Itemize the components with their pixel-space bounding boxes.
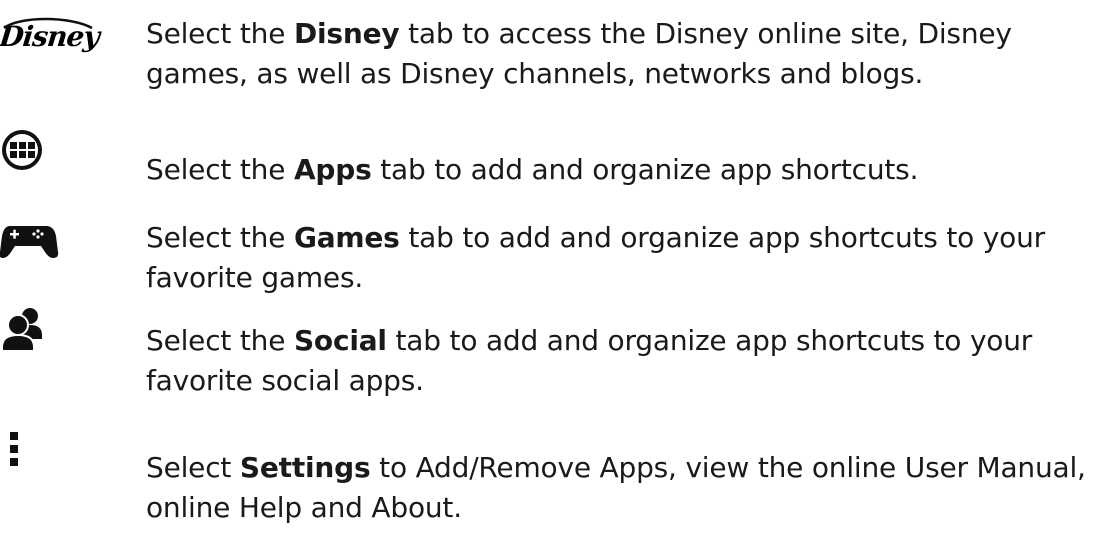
disney-description: Select the Disney tab to access the Disn… bbox=[146, 17, 1012, 90]
settings-menu-icon bbox=[0, 428, 120, 488]
settings-label: Settings bbox=[239, 451, 371, 484]
apps-description: Select the Apps tab to add and organize … bbox=[146, 153, 919, 186]
games-description: Select the Games tab to add and organize… bbox=[146, 221, 1045, 294]
disney-logo-icon: Disney bbox=[0, 14, 120, 74]
apps-tab-label: Apps bbox=[293, 153, 372, 186]
games-tab-label: Games bbox=[293, 221, 400, 254]
social-people-icon bbox=[0, 305, 120, 365]
social-description: Select the Social tab to add and organiz… bbox=[146, 324, 1033, 397]
disney-tab-label: Disney bbox=[293, 17, 400, 50]
gamepad-icon bbox=[0, 222, 120, 282]
settings-description: Select Settings to Add/Remove Apps, view… bbox=[146, 451, 1086, 524]
social-tab-label: Social bbox=[293, 324, 387, 357]
apps-grid-icon bbox=[0, 128, 120, 188]
